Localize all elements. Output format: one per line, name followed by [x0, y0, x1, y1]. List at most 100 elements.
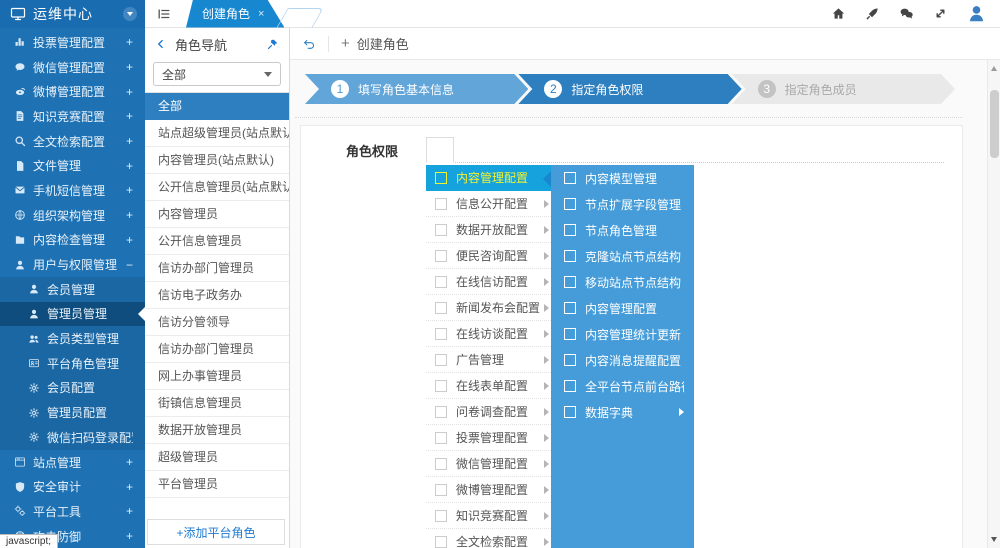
sidebar-item[interactable]: 会员配置: [0, 376, 145, 401]
sidebar-item[interactable]: 微信扫码登录配置: [0, 425, 145, 450]
sidebar-item[interactable]: 站点管理 +: [0, 450, 145, 475]
checkbox[interactable]: [435, 276, 447, 288]
chevron-left-icon[interactable]: [155, 38, 167, 50]
permission-item[interactable]: 知识竞赛配置: [426, 503, 551, 529]
tab-create-role[interactable]: 创建角色 ×: [186, 0, 284, 28]
permission-item[interactable]: 投票管理配置: [426, 425, 551, 451]
expand-toggle[interactable]: +: [126, 183, 133, 197]
role-list-item[interactable]: 信访电子政务办: [145, 282, 289, 309]
sidebar-item[interactable]: 文件管理 +: [0, 153, 145, 178]
checkbox[interactable]: [435, 406, 447, 418]
sidebar-item[interactable]: 组织架构管理 +: [0, 203, 145, 228]
fullscreen-icon[interactable]: [933, 6, 948, 21]
avatar-icon[interactable]: [967, 4, 986, 23]
app-logo[interactable]: 运维中心: [0, 0, 145, 28]
sidebar-item[interactable]: 全文检索配置 +: [0, 129, 145, 154]
expand-toggle[interactable]: +: [126, 208, 133, 222]
expand-toggle[interactable]: +: [126, 109, 133, 123]
expand-toggle[interactable]: +: [126, 233, 133, 247]
scroll-up-icon[interactable]: [991, 63, 997, 71]
wizard-step[interactable]: 3 指定角色成员: [732, 74, 955, 104]
add-platform-role-button[interactable]: +添加平台角色: [147, 519, 285, 545]
role-list-item[interactable]: 公开信息管理员(站点默认): [145, 174, 289, 201]
checkbox[interactable]: [435, 354, 447, 366]
permission-item[interactable]: 微博管理配置: [426, 477, 551, 503]
role-list-item[interactable]: 数据开放管理员: [145, 417, 289, 444]
checkbox[interactable]: [435, 380, 447, 392]
sidebar-item[interactable]: 微信管理配置 +: [0, 55, 145, 80]
sub-permission-item[interactable]: 节点角色管理: [551, 217, 694, 243]
role-list-item[interactable]: 平台管理员: [145, 471, 289, 498]
checkbox[interactable]: [435, 172, 447, 184]
checkbox[interactable]: [564, 250, 576, 262]
checkbox[interactable]: [564, 198, 576, 210]
role-list-item[interactable]: 内容管理员: [145, 201, 289, 228]
role-list-item[interactable]: 全部: [145, 93, 289, 120]
checkbox[interactable]: [435, 458, 447, 470]
checkbox[interactable]: [564, 302, 576, 314]
sidebar-item[interactable]: 会员类型管理: [0, 326, 145, 351]
expand-toggle[interactable]: +: [126, 60, 133, 74]
home-icon[interactable]: [831, 6, 846, 21]
messages-icon[interactable]: [899, 6, 914, 21]
role-list-item[interactable]: 公开信息管理员: [145, 228, 289, 255]
expand-toggle[interactable]: +: [126, 455, 133, 469]
sidebar-item[interactable]: 平台角色管理: [0, 351, 145, 376]
role-list-item[interactable]: 信访分管领导: [145, 309, 289, 336]
menu-collapse-icon[interactable]: [157, 7, 171, 21]
sidebar-item[interactable]: 安全审计 +: [0, 474, 145, 499]
permission-scope-tab[interactable]: [426, 137, 454, 163]
pin-icon[interactable]: [266, 38, 279, 51]
wizard-step[interactable]: 1 填写角色基本信息: [305, 74, 528, 104]
scroll-thumb[interactable]: [990, 90, 999, 158]
permission-item[interactable]: 在线表单配置: [426, 373, 551, 399]
permission-item[interactable]: 在线访谈配置: [426, 321, 551, 347]
back-arrow-icon[interactable]: [302, 37, 316, 51]
expand-toggle[interactable]: +: [126, 504, 133, 518]
checkbox[interactable]: [435, 536, 447, 548]
rocket-icon[interactable]: [865, 6, 880, 21]
checkbox[interactable]: [564, 380, 576, 392]
checkbox[interactable]: [564, 224, 576, 236]
expand-toggle[interactable]: +: [126, 35, 133, 49]
role-list-item[interactable]: 超级管理员: [145, 444, 289, 471]
sidebar-item[interactable]: 管理员管理: [0, 302, 145, 327]
expand-toggle[interactable]: +: [126, 85, 133, 99]
scrollbar[interactable]: [987, 60, 1000, 548]
permission-item[interactable]: 便民咨询配置: [426, 243, 551, 269]
checkbox[interactable]: [435, 510, 447, 522]
permission-item[interactable]: 新闻发布会配置: [426, 295, 551, 321]
permission-item[interactable]: 数据开放配置: [426, 217, 551, 243]
chevron-down-circle-icon[interactable]: [123, 7, 137, 21]
permission-item[interactable]: 全文检索配置: [426, 529, 551, 548]
checkbox[interactable]: [564, 354, 576, 366]
permission-item[interactable]: 问卷调查配置: [426, 399, 551, 425]
wizard-step[interactable]: 2 指定角色权限: [518, 74, 741, 104]
checkbox[interactable]: [564, 406, 576, 418]
checkbox[interactable]: [435, 484, 447, 496]
permission-item[interactable]: 广告管理: [426, 347, 551, 373]
sub-permission-item[interactable]: 克隆站点节点结构: [551, 243, 694, 269]
sidebar-item[interactable]: 微博管理配置 +: [0, 79, 145, 104]
role-list-item[interactable]: 信访办部门管理员: [145, 336, 289, 363]
role-list-item[interactable]: 内容管理员(站点默认): [145, 147, 289, 174]
sub-permission-item[interactable]: 内容管理配置: [551, 295, 694, 321]
checkbox[interactable]: [564, 172, 576, 184]
sidebar-item[interactable]: 用户与权限管理 −: [0, 252, 145, 277]
sub-permission-item[interactable]: 全平台节点前台路径更新: [551, 373, 694, 399]
sub-permission-item[interactable]: 移动站点节点结构: [551, 269, 694, 295]
sidebar-item[interactable]: 投票管理配置 +: [0, 30, 145, 55]
permission-item[interactable]: 在线信访配置: [426, 269, 551, 295]
sidebar-item[interactable]: 会员管理: [0, 277, 145, 302]
permission-scope-tab[interactable]: [454, 136, 480, 162]
checkbox[interactable]: [435, 224, 447, 236]
role-list-item[interactable]: 信访办部门管理员: [145, 255, 289, 282]
checkbox[interactable]: [435, 250, 447, 262]
permission-item[interactable]: 内容管理配置: [426, 165, 551, 191]
checkbox[interactable]: [435, 302, 447, 314]
role-filter-select[interactable]: 全部: [153, 62, 281, 86]
sidebar-item[interactable]: 平台工具 +: [0, 499, 145, 524]
close-icon[interactable]: ×: [258, 8, 264, 20]
permission-item[interactable]: 信息公开配置: [426, 191, 551, 217]
sub-permission-item[interactable]: 内容消息提醒配置: [551, 347, 694, 373]
